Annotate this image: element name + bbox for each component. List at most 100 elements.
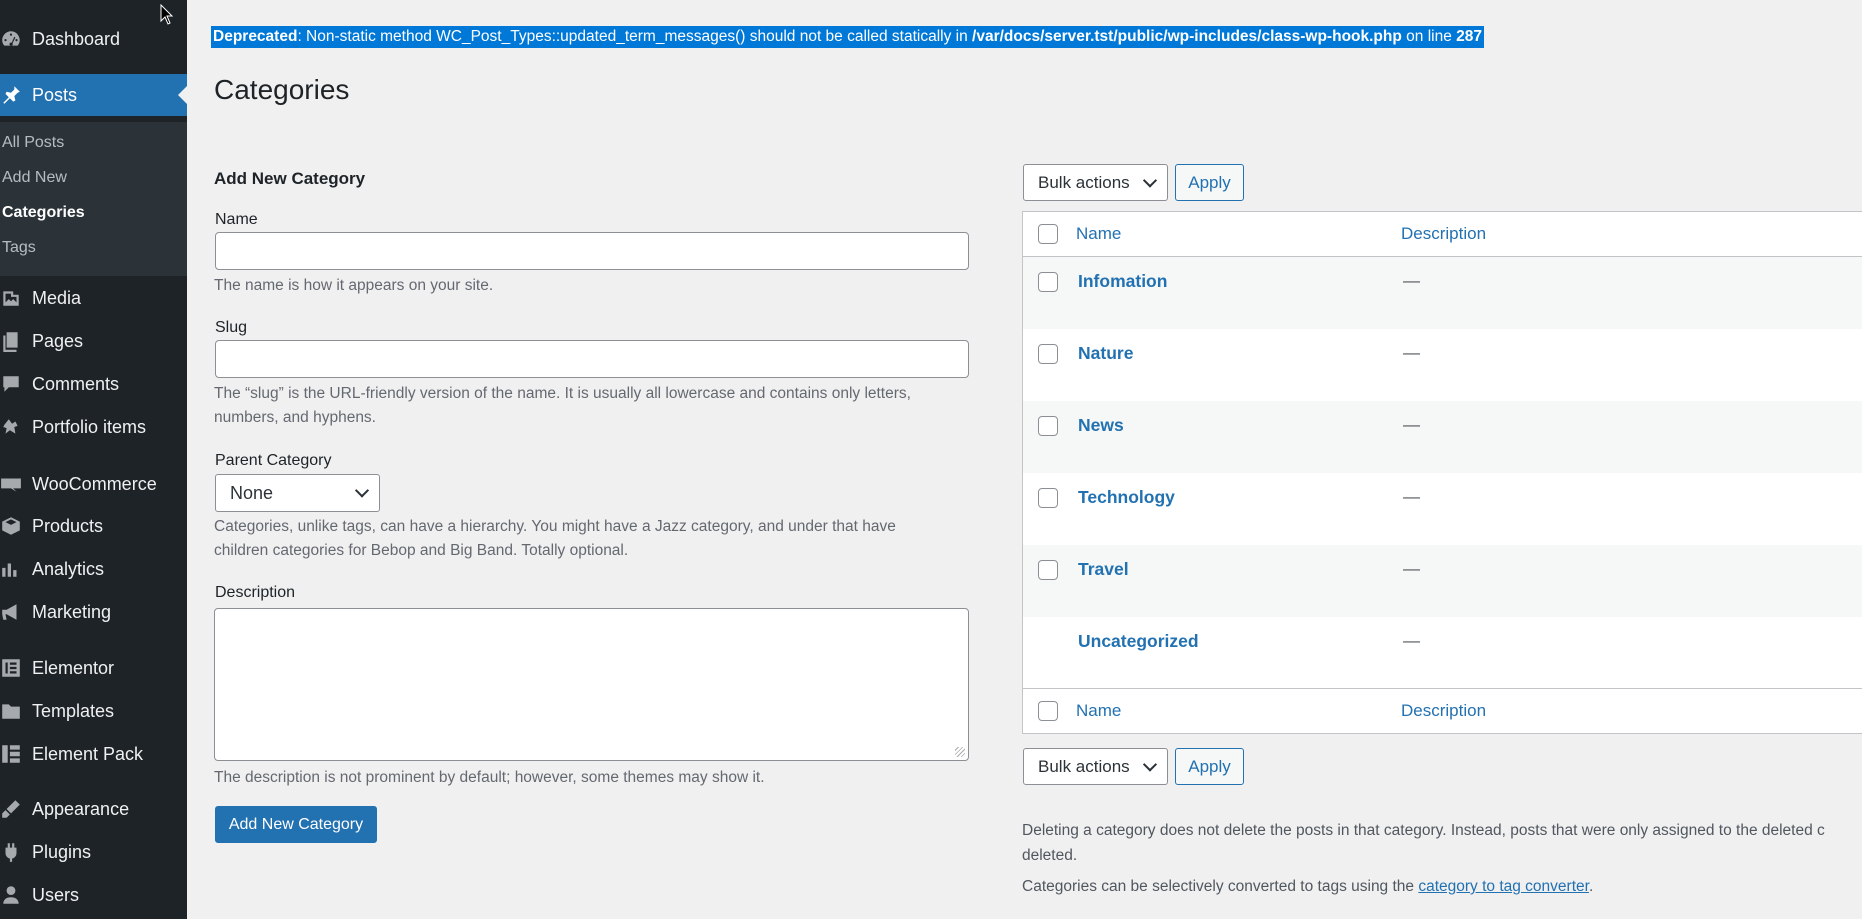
slug-label: Slug xyxy=(215,319,248,336)
category-name-link[interactable]: Nature xyxy=(1078,343,1133,364)
bulk-actions-select-bottom[interactable]: Bulk actions xyxy=(1023,748,1168,785)
menu-marketing[interactable]: Marketing xyxy=(0,593,187,631)
menu-woocommerce[interactable]: WooCommerce xyxy=(0,465,187,503)
plugins-icon xyxy=(0,833,32,871)
chevron-down-icon xyxy=(354,483,370,498)
row-checkbox[interactable] xyxy=(1038,272,1058,292)
chevron-down-icon xyxy=(1142,756,1158,772)
menu-comments[interactable]: Comments xyxy=(0,365,187,403)
menu-element-pack[interactable]: Element Pack xyxy=(0,735,187,773)
category-description: — xyxy=(1403,415,1420,434)
description-help: The description is not prominent by defa… xyxy=(214,769,765,786)
parent-category-select[interactable]: None xyxy=(215,474,380,512)
table-row: Nature — xyxy=(1023,329,1862,401)
description-textarea[interactable] xyxy=(214,608,969,761)
menu-plugins[interactable]: Plugins xyxy=(0,833,187,871)
menu-posts[interactable]: Posts xyxy=(0,74,187,116)
bulk-actions-select-top[interactable]: Bulk actions xyxy=(1023,164,1168,201)
menu-label: WooCommerce xyxy=(32,473,157,494)
menu-portfolio-items[interactable]: Portfolio items xyxy=(0,408,187,446)
table-row: Infomation — xyxy=(1023,257,1862,329)
column-name-header[interactable]: Name xyxy=(1076,224,1121,244)
parent-help-line-2: children categories for Bebop and Big Ba… xyxy=(214,542,629,559)
menu-label: Posts xyxy=(32,84,78,105)
menu-analytics[interactable]: Analytics xyxy=(0,550,187,588)
column-description-footer[interactable]: Description xyxy=(1401,701,1486,721)
menu-elementor[interactable]: Elementor xyxy=(0,649,187,687)
delete-note-line-2: deleted. xyxy=(1022,847,1078,864)
users-icon xyxy=(0,876,32,914)
menu-appearance[interactable]: Appearance xyxy=(0,790,187,828)
slug-help-line-1: The “slug” is the URL-friendly version o… xyxy=(214,385,911,402)
convert-note: Categories can be selectively converted … xyxy=(1022,875,1593,899)
parent-help-line-1: Categories, unlike tags, can have a hier… xyxy=(214,518,896,535)
table-header: Name Description xyxy=(1023,212,1862,257)
posts-submenu: All Posts Add New Categories Tags xyxy=(0,122,187,276)
select-all-checkbox[interactable] xyxy=(1038,224,1058,244)
category-description: — xyxy=(1403,559,1420,578)
element-pack-icon xyxy=(0,735,32,773)
row-checkbox[interactable] xyxy=(1038,560,1058,580)
category-name-link[interactable]: Infomation xyxy=(1078,271,1167,292)
notice-prefix: Deprecated xyxy=(213,28,298,45)
category-name-link[interactable]: Travel xyxy=(1078,559,1129,580)
resize-handle-icon[interactable] xyxy=(955,747,965,757)
slug-input[interactable] xyxy=(215,340,969,378)
category-to-tag-converter-link[interactable]: category to tag converter xyxy=(1418,878,1589,895)
submenu-tags[interactable]: Tags xyxy=(2,239,36,257)
notice-on-line: on line xyxy=(1401,28,1457,45)
form-heading: Add New Category xyxy=(214,169,366,188)
submenu-add-new[interactable]: Add New xyxy=(2,169,67,187)
menu-label: Templates xyxy=(32,700,115,721)
notice-path: /var/docs/server.tst/public/wp-includes/… xyxy=(972,28,1402,45)
products-icon xyxy=(0,507,32,545)
menu-products[interactable]: Products xyxy=(0,507,187,545)
table-row: Technology — xyxy=(1023,473,1862,545)
appearance-icon xyxy=(0,790,32,828)
menu-users[interactable]: Users xyxy=(0,876,187,914)
apply-button-bottom[interactable]: Apply xyxy=(1175,748,1244,785)
notice-message: : Non-static method WC_Post_Types::updat… xyxy=(297,28,973,45)
row-checkbox[interactable] xyxy=(1038,488,1058,508)
table-footer: Name Description xyxy=(1023,688,1862,733)
menu-label: Dashboard xyxy=(32,28,121,49)
submenu-all-posts[interactable]: All Posts xyxy=(2,134,64,152)
category-name-link[interactable]: Uncategorized xyxy=(1078,631,1199,652)
menu-media[interactable]: Media xyxy=(0,279,187,317)
submenu-categories[interactable]: Categories xyxy=(2,204,85,222)
dashboard-icon xyxy=(0,20,32,58)
menu-dashboard[interactable]: Dashboard xyxy=(0,20,187,58)
bulk-actions-value: Bulk actions xyxy=(1038,756,1130,776)
column-description-header[interactable]: Description xyxy=(1401,224,1486,244)
row-checkbox[interactable] xyxy=(1038,416,1058,436)
pin-icon xyxy=(0,76,32,114)
mouse-cursor-icon xyxy=(160,4,174,25)
parent-category-value: None xyxy=(230,482,274,503)
menu-pages[interactable]: Pages xyxy=(0,322,187,360)
category-description: — xyxy=(1403,487,1420,506)
menu-label: Marketing xyxy=(32,601,112,622)
table-row: Uncategorized — xyxy=(1023,617,1862,689)
bulk-actions-value: Bulk actions xyxy=(1038,172,1130,192)
description-label: Description xyxy=(215,584,296,601)
menu-templates[interactable]: Templates xyxy=(0,692,187,730)
add-new-category-button[interactable]: Add New Category xyxy=(215,806,377,843)
category-description: — xyxy=(1403,271,1420,290)
comments-icon xyxy=(0,365,32,403)
row-checkbox[interactable] xyxy=(1038,344,1058,364)
menu-label: Appearance xyxy=(32,798,130,819)
notice-line: 287 xyxy=(1456,28,1483,45)
elementor-icon xyxy=(0,649,32,687)
menu-label: Products xyxy=(32,515,104,536)
table-row: Travel — xyxy=(1023,545,1862,617)
marketing-icon xyxy=(0,593,32,631)
category-name-link[interactable]: Technology xyxy=(1078,487,1175,508)
select-all-checkbox-footer[interactable] xyxy=(1038,701,1058,721)
name-input[interactable] xyxy=(215,232,969,270)
apply-button-top[interactable]: Apply xyxy=(1175,164,1244,201)
category-name-link[interactable]: News xyxy=(1078,415,1124,436)
delete-note-line-1: Deleting a category does not delete the … xyxy=(1022,822,1825,839)
menu-label: Media xyxy=(32,287,82,308)
column-name-footer[interactable]: Name xyxy=(1076,701,1121,721)
convert-note-text: Categories can be selectively converted … xyxy=(1022,878,1419,895)
